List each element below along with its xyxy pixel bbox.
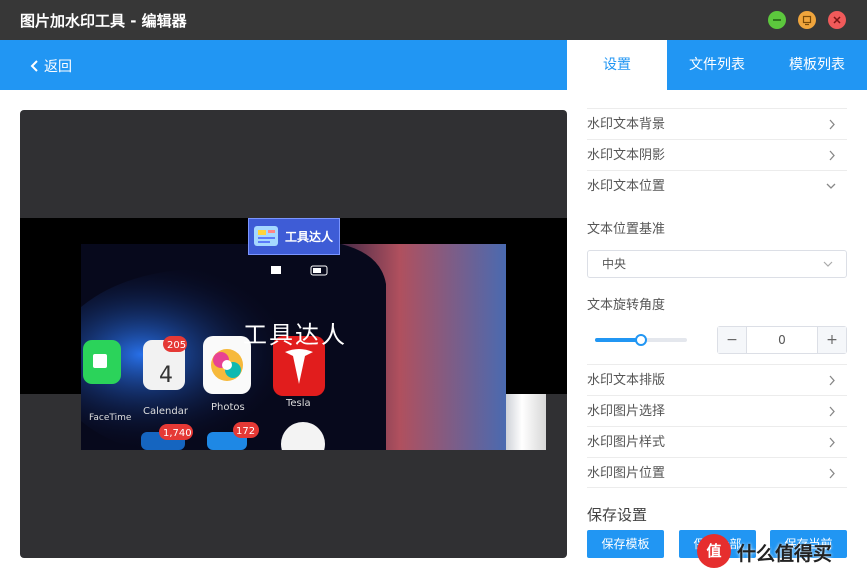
close-icon [833,16,841,24]
chevron-right-icon [829,468,835,479]
decrement-button[interactable]: − [718,327,747,353]
save-settings-title: 保存设置 [587,506,648,524]
section-image-position[interactable]: 水印图片位置 [587,457,847,488]
site-logo-mark: 值 [697,534,731,568]
minimize-button[interactable] [768,11,786,29]
section-text-background[interactable]: 水印文本背景 [587,108,847,139]
tab-bar: 设置 文件列表 模板列表 [567,40,867,90]
section-label: 水印图片样式 [587,435,666,450]
site-watermark-text: 什么值得买 [737,543,833,565]
rotation-slider[interactable] [595,334,687,346]
tab-settings[interactable]: 设置 [567,40,667,90]
header-bar: 返回 [0,40,567,90]
facetime-label: FaceTime [89,413,132,423]
section-text-layout[interactable]: 水印文本排版 [587,364,847,395]
position-base-value: 中央 [602,257,627,271]
section-label: 水印文本背景 [587,117,666,132]
back-button[interactable]: 返回 [30,56,72,76]
photos-badge: 172 [236,426,255,437]
rotation-stepper: − 0 + [717,326,847,354]
tab-file-list[interactable]: 文件列表 [667,40,767,90]
section-text-shadow[interactable]: 水印文本阴影 [587,139,847,170]
chevron-right-icon [829,406,835,417]
section-label: 水印文本位置 [587,179,666,194]
section-text-position[interactable]: 水印文本位置 [587,170,847,201]
section-label: 水印图片位置 [587,466,666,481]
chevron-right-icon [829,119,835,130]
rotation-value-input[interactable]: 0 [747,327,817,353]
watermark-logo[interactable]: 工具达人 [248,218,340,255]
window-title: 图片加水印工具 - 编辑器 [20,12,187,30]
chevron-down-icon [823,261,833,267]
calendar-badge: 205 [167,340,186,351]
restore-button[interactable] [798,11,816,29]
chevron-left-icon [30,60,38,72]
section-label: 水印文本阴影 [587,148,666,163]
section-image-style[interactable]: 水印图片样式 [587,426,847,457]
position-base-label: 文本位置基准 [587,222,666,237]
chevron-right-icon [829,437,835,448]
chevron-down-icon [826,183,836,189]
image-edge-shadow [506,394,546,450]
site-watermark: 值 什么值得买 [697,534,857,570]
restore-icon [802,15,812,26]
title-bar: 图片加水印工具 - 编辑器 [0,0,867,40]
photos-label: Photos [211,402,245,413]
calendar-label: Calendar [143,406,189,417]
calendar-day: 4 [159,363,173,388]
increment-button[interactable]: + [817,327,846,353]
mail-badge: 1,740 [163,428,192,439]
logo-text: 工具达人 [285,230,334,244]
section-label: 水印图片选择 [587,404,666,419]
logo-icon [254,226,278,246]
position-base-select[interactable]: 中央 [587,250,847,278]
back-label: 返回 [44,59,72,75]
tesla-label: Tesla [285,398,311,409]
watermark-text[interactable]: 工具达人 [243,315,347,350]
tab-template-list[interactable]: 模板列表 [767,40,867,90]
chevron-right-icon [829,150,835,161]
minimize-icon [773,19,781,21]
close-button[interactable] [828,11,846,29]
section-label: 水印文本排版 [587,373,666,388]
section-image-select[interactable]: 水印图片选择 [587,395,847,426]
save-template-button[interactable]: 保存模板 [587,530,664,558]
rotation-slider-handle[interactable] [635,334,647,346]
preview-canvas[interactable]: 4 205 FaceTime Calendar Photos Tesla 1,7… [20,110,567,558]
rotation-label: 文本旋转角度 [587,298,666,313]
chevron-right-icon [829,375,835,386]
